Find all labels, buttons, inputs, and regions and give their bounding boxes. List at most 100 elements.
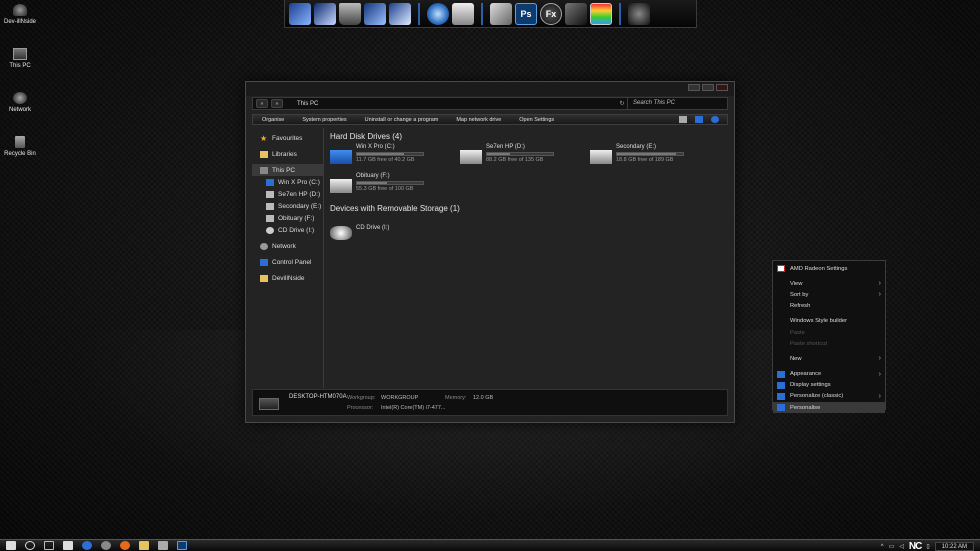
windows-drive-icon [330, 150, 352, 164]
dock-app-icon[interactable] [389, 2, 411, 25]
nav-drive-f[interactable]: Obituary (F:) [252, 212, 323, 224]
task-view-icon[interactable] [44, 541, 54, 550]
dock-trash-icon[interactable] [339, 2, 361, 25]
workgroup-value: WORKGROUP [381, 395, 419, 401]
photoshop-icon[interactable]: Ps [515, 2, 537, 25]
appearance-icon [777, 370, 785, 378]
drive-item-c[interactable]: Win X Pro (C:) 11.7 GB free of 40.2 GB [330, 144, 460, 173]
nav-label: Obituary (F:) [278, 214, 315, 222]
menu-item-personalise[interactable]: Personalise [773, 402, 885, 414]
app-icon[interactable] [565, 2, 587, 25]
nav-drive-i[interactable]: CD Drive (I:) [252, 224, 323, 236]
tools-icon[interactable] [490, 2, 512, 25]
clock[interactable]: 10:22 AM [934, 542, 974, 551]
drive-icon [266, 214, 274, 222]
address-bar[interactable]: « » This PC ↻ Search This PC [252, 97, 728, 110]
network-tray-icon[interactable]: ▭ [889, 543, 895, 550]
title-bar[interactable] [246, 82, 734, 96]
settings-icon[interactable] [101, 541, 111, 550]
drive-item-e[interactable]: Secondary (E:) 18.8 GB free of 189 GB [590, 144, 720, 173]
drive-item-d[interactable]: Se7en HP (D:) 88.2 GB free of 135 GB [460, 144, 590, 173]
menu-item-appearance[interactable]: Appearance › [773, 369, 885, 380]
open-settings-button[interactable]: Open Settings [510, 117, 563, 123]
menu-item-label: Windows Style builder [790, 318, 848, 325]
search-icon[interactable] [25, 541, 35, 550]
menu-item-paste: Paste [773, 327, 885, 338]
nav-control-panel[interactable]: Control Panel [252, 256, 323, 268]
drive-usage-bar [356, 181, 424, 185]
desktop-icon-this-pc[interactable]: This PC [0, 48, 40, 69]
app-dock: Ps Fx [284, 0, 697, 28]
drive-item-f[interactable]: Obituary (F:) 55.3 GB free of 100 GB [330, 173, 460, 202]
window-controls [688, 84, 728, 91]
amd-icon[interactable] [452, 2, 474, 25]
photoshop-taskbar-icon[interactable] [177, 541, 187, 550]
fx-icon[interactable]: Fx [540, 2, 562, 25]
desktop-icon-recycle-bin[interactable]: Recycle Bin [0, 136, 40, 157]
nav-libraries[interactable]: Libraries [252, 148, 323, 160]
desktop-icon-label: Recycle Bin [4, 151, 36, 157]
forward-button[interactable]: » [271, 99, 283, 108]
memory-label: Memory: [445, 395, 467, 401]
menu-item-display-settings[interactable]: Display settings [773, 380, 885, 391]
edge-icon[interactable] [82, 541, 92, 550]
nav-this-pc[interactable]: This PC [252, 164, 323, 176]
network-icon [260, 242, 268, 250]
menu-item-new[interactable]: New › [773, 353, 885, 364]
color-app-icon[interactable] [590, 2, 612, 25]
map-network-drive-button[interactable]: Map network drive [447, 117, 510, 123]
nav-favourites[interactable]: ★ Favourites [252, 132, 323, 144]
game-icon[interactable] [628, 2, 650, 25]
drive-item-cd[interactable]: CD Drive (I:) [330, 220, 460, 249]
notifications-icon[interactable]: ▯ [926, 543, 929, 550]
start-button[interactable] [6, 541, 16, 550]
desktop-icon-network[interactable]: Network [0, 92, 40, 113]
back-button[interactable]: « [256, 99, 268, 108]
nav-drive-d[interactable]: Se7en HP (D:) [252, 188, 323, 200]
preview-pane-icon[interactable] [695, 116, 703, 123]
close-button[interactable] [716, 84, 728, 91]
drive-icon [266, 202, 274, 210]
desktop-context-menu: AMD Radeon Settings View › Sort by › Ref… [772, 260, 886, 414]
computer-icon [259, 398, 279, 410]
nav-devillnside[interactable]: DevillNside [252, 272, 323, 284]
show-hidden-icons[interactable]: ^ [881, 544, 884, 550]
minimize-button[interactable] [688, 84, 700, 91]
desktop-icon-label: Dev-illNside [3, 19, 36, 25]
menu-item-refresh[interactable]: Refresh [773, 301, 885, 312]
refresh-icon[interactable]: ↻ [617, 100, 627, 107]
view-options-icon[interactable] [679, 116, 687, 123]
organise-button[interactable]: Organise [253, 117, 293, 123]
drive-name: CD Drive (I:) [356, 225, 390, 231]
chevron-right-icon: › [878, 392, 881, 400]
menu-item-sort-by[interactable]: Sort by › [773, 289, 885, 300]
nav-drive-c[interactable]: Win X Pro (C:) [252, 176, 323, 188]
address-path[interactable]: This PC [297, 101, 617, 107]
menu-item-label: Personalize (classic) [790, 393, 844, 400]
help-icon[interactable] [711, 116, 719, 123]
drive-icon [266, 190, 274, 198]
maximize-button[interactable] [702, 84, 714, 91]
firefox-icon[interactable] [120, 541, 130, 550]
volume-icon[interactable]: ◁ [899, 543, 904, 550]
menu-item-view[interactable]: View › [773, 278, 885, 289]
fx-label: Fx [545, 8, 557, 19]
nav-network[interactable]: Network [252, 240, 323, 252]
hard-drive-icon [590, 150, 612, 164]
search-input[interactable]: Search This PC [627, 98, 727, 109]
globe-icon[interactable] [427, 2, 449, 25]
desktop-icon-devillnside[interactable]: Dev-illNside [0, 4, 40, 25]
menu-item-amd-radeon-settings[interactable]: AMD Radeon Settings [773, 263, 885, 274]
menu-item-personalize-classic[interactable]: Personalize (classic) › [773, 391, 885, 402]
windows-store-icon[interactable] [63, 541, 73, 550]
dock-app-icon[interactable] [364, 2, 386, 25]
hard-drive-icon [330, 179, 352, 193]
dock-app-icon[interactable] [314, 2, 336, 25]
menu-item-windows-style-builder[interactable]: Windows Style builder [773, 316, 885, 327]
system-properties-button[interactable]: System properties [293, 117, 355, 123]
nav-drive-e[interactable]: Secondary (E:) [252, 200, 323, 212]
dock-app-icon[interactable] [289, 2, 311, 25]
app-icon[interactable] [158, 541, 168, 550]
uninstall-program-button[interactable]: Uninstall or change a program [356, 117, 448, 123]
file-explorer-icon[interactable] [139, 541, 149, 550]
